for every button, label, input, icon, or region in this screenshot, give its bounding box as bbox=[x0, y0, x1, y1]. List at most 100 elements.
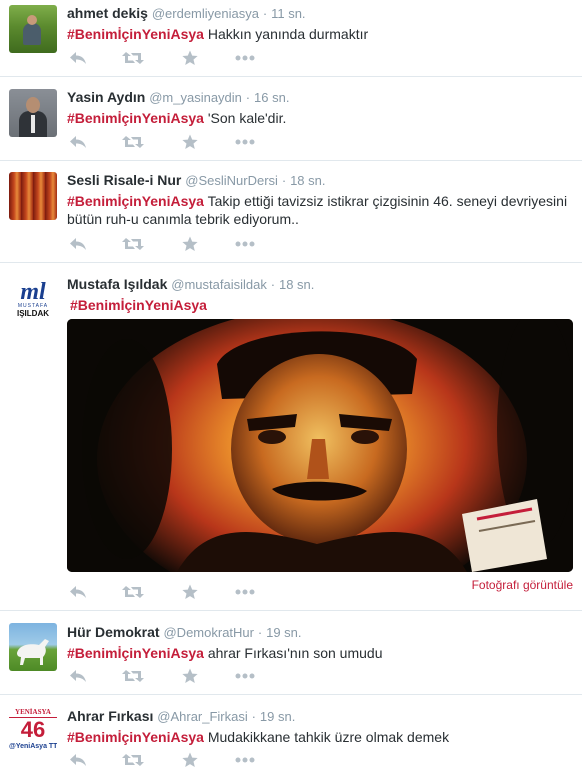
tweet-item[interactable]: ml MUSTAFA IŞILDAK Mustafa Işıldak @must… bbox=[0, 263, 582, 611]
retweet-button[interactable] bbox=[122, 49, 144, 67]
more-button[interactable] bbox=[234, 235, 256, 253]
retweet-button[interactable] bbox=[122, 751, 144, 769]
tweet-text: #BenimİçinYeniAsya ahrar Fırkası'nın son… bbox=[67, 644, 574, 662]
reply-button[interactable] bbox=[67, 235, 89, 253]
favorite-button[interactable] bbox=[179, 235, 201, 253]
tweet-body: ahrar Fırkası'nın son umudu bbox=[207, 645, 383, 661]
more-icon bbox=[235, 673, 255, 679]
tweet-text: #BenimİçinYeniAsya Hakkın yanında durmak… bbox=[67, 25, 574, 43]
tweet-body: 'Son kale'dir. bbox=[207, 110, 287, 126]
tweet-text: #BenimİçinYeniAsya Takip ettiği tavizsiz… bbox=[67, 192, 574, 228]
retweet-icon bbox=[122, 238, 144, 250]
reply-icon bbox=[70, 754, 86, 766]
favorite-button[interactable] bbox=[179, 49, 201, 67]
user-name[interactable]: Ahrar Fırkası bbox=[67, 708, 153, 724]
reply-button[interactable] bbox=[67, 751, 89, 769]
user-name[interactable]: Sesli Risale-i Nur bbox=[67, 172, 181, 188]
hashtag-link[interactable]: #BenimİçinYeniAsya bbox=[70, 297, 207, 313]
more-button[interactable] bbox=[234, 667, 256, 685]
favorite-button[interactable] bbox=[179, 751, 201, 769]
user-handle[interactable]: @m_yasinaydin bbox=[149, 90, 242, 105]
user-handle[interactable]: @mustafaisildak bbox=[171, 277, 267, 292]
more-icon bbox=[235, 589, 255, 595]
avatar[interactable]: YENİASYA 46 @YeniAsya TT bbox=[9, 708, 57, 756]
user-name[interactable]: Hür Demokrat bbox=[67, 624, 160, 640]
avatar[interactable]: ml MUSTAFA IŞILDAK bbox=[9, 277, 57, 325]
logo-text-number: 46 bbox=[20, 717, 46, 742]
avatar[interactable] bbox=[9, 5, 57, 53]
tweet-time[interactable]: 16 sn. bbox=[254, 90, 289, 105]
more-button[interactable] bbox=[234, 49, 256, 67]
portrait-image bbox=[67, 319, 573, 572]
avatar[interactable] bbox=[9, 623, 57, 671]
star-icon bbox=[182, 752, 198, 767]
reply-button[interactable] bbox=[67, 133, 89, 151]
separator-dot: · bbox=[262, 6, 268, 21]
hashtag-link[interactable]: #BenimİçinYeniAsya bbox=[67, 193, 204, 209]
favorite-button[interactable] bbox=[179, 667, 201, 685]
tweet-item[interactable]: ahmet dekiş @erdemliyeniasya · 11 sn. #B… bbox=[0, 0, 582, 77]
favorite-button[interactable] bbox=[179, 133, 201, 151]
retweet-icon bbox=[122, 670, 144, 682]
hashtag-link[interactable]: #BenimİçinYeniAsya bbox=[67, 110, 204, 126]
user-name[interactable]: Mustafa Işıldak bbox=[67, 276, 167, 292]
retweet-icon bbox=[122, 586, 144, 598]
retweet-button[interactable] bbox=[122, 583, 144, 601]
hashtag-link[interactable]: #BenimİçinYeniAsya bbox=[67, 645, 204, 661]
hashtag-link[interactable]: #BenimİçinYeniAsya bbox=[67, 729, 204, 745]
tweet-time[interactable]: 18 sn. bbox=[290, 173, 325, 188]
view-photo-link[interactable]: Fotoğrafı görüntüle bbox=[472, 578, 573, 592]
tweet-time[interactable]: 19 sn. bbox=[266, 625, 301, 640]
favorite-button[interactable] bbox=[179, 583, 201, 601]
reply-button[interactable] bbox=[67, 49, 89, 67]
logo-text-bottom: @YeniAsya TT bbox=[9, 743, 57, 750]
separator-dot: · bbox=[281, 173, 287, 188]
user-handle[interactable]: @erdemliyeniasya bbox=[152, 6, 259, 21]
user-handle[interactable]: @Ahrar_Firkasi bbox=[157, 709, 248, 724]
user-name[interactable]: Yasin Aydın bbox=[67, 89, 145, 105]
reply-button[interactable] bbox=[67, 667, 89, 685]
tweet-time[interactable]: 11 sn. bbox=[271, 6, 305, 21]
tweet-photo[interactable] bbox=[67, 319, 573, 572]
hashtag-link[interactable]: #BenimİçinYeniAsya bbox=[67, 26, 204, 42]
user-handle[interactable]: @SesliNurDersi bbox=[185, 173, 278, 188]
more-icon bbox=[235, 241, 255, 247]
reply-icon bbox=[70, 136, 86, 148]
star-icon bbox=[182, 668, 198, 683]
tweet-item[interactable]: Yasin Aydın @m_yasinaydin · 16 sn. #Beni… bbox=[0, 77, 582, 161]
tweet-item[interactable]: Sesli Risale-i Nur @SesliNurDersi · 18 s… bbox=[0, 161, 582, 263]
tweet-text: #BenimİçinYeniAsya bbox=[67, 296, 574, 314]
tweet-header: Yasin Aydın @m_yasinaydin · 16 sn. bbox=[67, 88, 574, 106]
separator-dot: · bbox=[245, 90, 251, 105]
tweet-item[interactable]: YENİASYA 46 @YeniAsya TT Ahrar Fırkası @… bbox=[0, 695, 582, 767]
more-button[interactable] bbox=[234, 583, 256, 601]
tweet-header: Mustafa Işıldak @mustafaisildak · 18 sn. bbox=[67, 275, 574, 293]
more-button[interactable] bbox=[234, 751, 256, 769]
tweet-text: #BenimİçinYeniAsya 'Son kale'dir. bbox=[67, 109, 574, 127]
more-icon bbox=[235, 757, 255, 763]
reply-button[interactable] bbox=[67, 583, 89, 601]
avatar[interactable] bbox=[9, 172, 57, 220]
tweet-time[interactable]: 19 sn. bbox=[260, 709, 295, 724]
reply-icon bbox=[70, 238, 86, 250]
tweet-time[interactable]: 18 sn. bbox=[279, 277, 314, 292]
tweet-header: ahmet dekiş @erdemliyeniasya · 11 sn. bbox=[67, 4, 574, 22]
reply-icon bbox=[70, 52, 86, 64]
retweet-icon bbox=[122, 52, 144, 64]
user-handle[interactable]: @DemokratHur bbox=[163, 625, 254, 640]
retweet-button[interactable] bbox=[122, 133, 144, 151]
star-icon bbox=[182, 134, 198, 149]
user-name[interactable]: ahmet dekiş bbox=[67, 5, 148, 21]
avatar[interactable] bbox=[9, 89, 57, 137]
retweet-button[interactable] bbox=[122, 667, 144, 685]
tweet-header: Sesli Risale-i Nur @SesliNurDersi · 18 s… bbox=[67, 171, 574, 189]
more-button[interactable] bbox=[234, 133, 256, 151]
star-icon bbox=[182, 50, 198, 65]
horse-image bbox=[17, 639, 49, 665]
logo-text-name: IŞILDAK bbox=[17, 309, 49, 318]
logo-text-ml: ml bbox=[20, 279, 46, 305]
tweet-item[interactable]: Hür Demokrat @DemokratHur · 19 sn. #Beni… bbox=[0, 611, 582, 695]
star-icon bbox=[182, 584, 198, 599]
retweet-button[interactable] bbox=[122, 235, 144, 253]
tweet-text: #BenimİçinYeniAsya Mudakikkane tahkik üz… bbox=[67, 728, 574, 746]
